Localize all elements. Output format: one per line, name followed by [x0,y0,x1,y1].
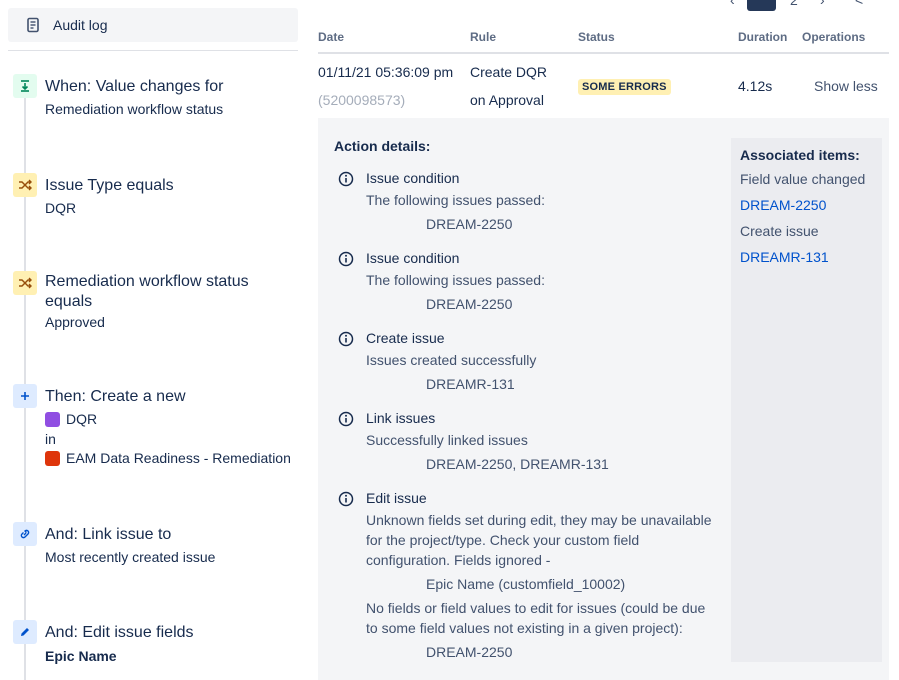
row-date: 01/11/21 05:36:09 pm [318,64,454,80]
pencil-icon [13,620,37,644]
step-subtitle: Remediation workflow status [45,101,224,117]
action-name: Link issues [366,410,436,426]
action-message: Successfully linked issues [366,432,528,448]
associated-issue-link[interactable]: DREAM-2250 [740,197,826,213]
show-less-button[interactable]: Show less [814,78,878,94]
condition-branch-icon [13,173,37,197]
project-avatar-icon [45,451,60,466]
action-details-panel: Action details: Issue condition The foll… [318,118,889,680]
step-subtitle: Approved [45,314,105,330]
action-message-line: Unknown fields set during edit, they may… [366,512,712,528]
action-message: The following issues passed: [366,272,545,288]
header-operations: Operations [802,30,866,44]
step-title: And: Edit issue fields [45,624,194,641]
step-subtitle: Epic Name [45,648,117,664]
trigger-icon [13,74,37,98]
pagination: ‹ 2 › < [720,0,890,12]
action-message-line: for the project/type. Check your custom … [366,532,640,548]
action-value: DREAM-2250 [426,644,513,660]
info-icon [338,491,354,507]
info-icon [338,251,354,267]
associated-items-panel: Associated items: Field value changed DR… [731,138,882,662]
table-header: Date Rule Status Duration Operations [318,28,889,54]
action-message: The following issues passed: [366,192,545,208]
header-duration[interactable]: Duration [738,30,787,44]
status-badge: SOME ERRORS [578,79,671,95]
step-subtitle: DQR [45,200,77,216]
issue-type-label: DQR [66,411,98,427]
step-title: When: Value changes for [45,78,224,95]
document-icon [27,17,39,33]
audit-log-button[interactable]: Audit log [8,8,298,42]
pager-last-partial[interactable]: < [855,0,863,8]
condition-branch-icon [13,271,37,295]
action-value: DREAM-2250 [426,216,513,232]
associated-group-label: Create issue [740,223,819,239]
step-title-line1: Remediation workflow status [45,273,249,290]
action-name: Edit issue [366,490,427,506]
dqr-issue-type-icon [45,412,60,427]
rule-outline-panel: Audit log When: Value changes for Remedi… [0,0,305,680]
action-details-title: Action details: [334,138,431,154]
step-title: Then: Create a new [45,388,186,405]
row-duration: 4.12s [738,78,773,94]
plus-icon [13,384,37,408]
pager-next-arrow[interactable]: › [820,0,825,8]
header-date[interactable]: Date [318,30,344,44]
action-message-line: configuration. Fields ignored - [366,552,551,568]
action-name: Issue condition [366,250,460,266]
link-icon [13,522,37,546]
action-message: Issues created successfully [366,352,537,368]
action-value: DREAM-2250, DREAMR-131 [426,456,609,472]
action-name: Create issue [366,330,445,346]
step-title: And: Link issue to [45,526,172,543]
action-value: DREAM-2250 [426,296,513,312]
info-icon [338,411,354,427]
in-label: in [45,431,56,447]
header-status[interactable]: Status [578,30,615,44]
issue-type-value: DQR [45,410,97,428]
action-message-line: No fields or field values to edit for is… [366,600,706,616]
row-execution-id: (5200098573) [318,92,406,108]
info-icon [338,171,354,187]
info-icon [338,331,354,347]
action-value: Epic Name (customfield_10002) [426,576,626,592]
associated-issue-link[interactable]: DREAMR-131 [740,249,829,265]
pager-current-page[interactable] [747,0,776,11]
step-title-line2: equals [45,293,93,310]
row-rule-line2: on Approval [470,92,544,108]
associated-items-title: Associated items: [740,147,860,163]
associated-group-label: Field value changed [740,171,866,187]
project-value: EAM Data Readiness - Remediation [45,449,291,467]
header-rule[interactable]: Rule [470,30,496,44]
step-subtitle: Most recently created issue [45,549,216,565]
action-name: Issue condition [366,170,460,186]
action-message-line: to some field values not existing in a g… [366,620,683,636]
pager-next-page[interactable]: 2 [790,0,798,8]
action-value: DREAMR-131 [426,376,515,392]
pager-prev[interactable]: ‹ [730,0,735,8]
audit-log-label: Audit log [53,17,108,33]
step-title: Issue Type equals [45,177,174,194]
project-label: EAM Data Readiness - Remediation [66,450,291,466]
row-rule-line1: Create DQR [470,64,548,80]
divider [8,50,298,51]
